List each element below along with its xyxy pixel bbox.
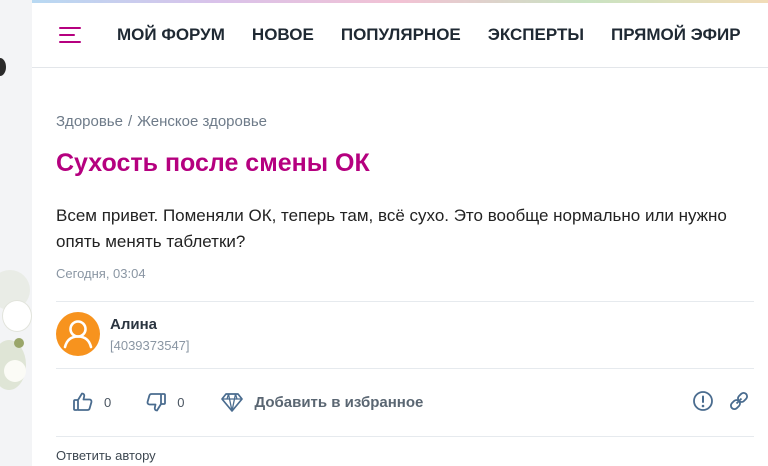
add-to-favorites-label: Добавить в избранное: [254, 393, 424, 411]
post-actions: 0 0 Добавить в избранное: [72, 390, 423, 414]
divider: [56, 368, 754, 369]
reply-to-author-link[interactable]: Ответить автору: [56, 448, 156, 463]
flower-decoration: [2, 300, 32, 332]
background-decoration: [0, 0, 32, 466]
site-header: МОЙ ФОРУМ НОВОЕ ПОПУЛЯРНОЕ ЭКСПЕРТЫ ПРЯМ…: [32, 3, 768, 68]
like-count: 0: [104, 394, 112, 410]
breadcrumb-health[interactable]: Здоровье: [56, 113, 123, 130]
like-button[interactable]: 0: [72, 391, 111, 413]
breadcrumb-separator: /: [127, 113, 133, 130]
breadcrumb: Здоровье / Женское здоровье: [56, 113, 267, 130]
post-title: Сухость после смены ОК: [56, 149, 370, 177]
thumbs-up-icon: [72, 391, 94, 413]
divider: [56, 436, 754, 437]
menu-icon-line: [59, 34, 75, 36]
menu-icon-line: [59, 41, 81, 43]
thumbs-down-icon: [145, 391, 167, 413]
flower-decoration: [14, 338, 24, 348]
dislike-count: 0: [177, 394, 185, 410]
menu-icon[interactable]: [59, 27, 81, 43]
post-card: Здоровье / Женское здоровье Сухость после …: [32, 68, 768, 466]
link-icon[interactable]: [728, 390, 750, 412]
author-id: [4039373547]: [110, 338, 190, 353]
main-nav: МОЙ ФОРУМ НОВОЕ ПОПУЛЯРНОЕ ЭКСПЕРТЫ ПРЯМ…: [117, 25, 741, 45]
add-to-favorites-button[interactable]: Добавить в избранное: [220, 391, 423, 413]
dislike-button[interactable]: 0: [145, 391, 184, 413]
breadcrumb-womens-health[interactable]: Женское здоровье: [137, 113, 267, 130]
post-body: Всем привет. Поменяли ОК, теперь там, вс…: [56, 206, 727, 251]
decoration-dot: [0, 58, 6, 76]
avatar[interactable]: [56, 312, 100, 356]
divider: [56, 301, 754, 302]
user-silhouette-icon: [63, 320, 93, 349]
nav-my-forum[interactable]: МОЙ ФОРУМ: [117, 25, 225, 45]
nav-popular[interactable]: ПОПУЛЯРНОЕ: [341, 25, 461, 45]
author-name[interactable]: Алина: [110, 316, 157, 333]
nav-live[interactable]: ПРЯМОЙ ЭФИР: [611, 25, 741, 45]
menu-icon-line: [59, 27, 81, 29]
nav-experts[interactable]: ЭКСПЕРТЫ: [488, 25, 584, 45]
diamond-icon: [220, 391, 244, 413]
nav-new[interactable]: НОВОЕ: [252, 25, 314, 45]
flower-decoration: [4, 360, 26, 382]
post-time: Сегодня, 03:04: [56, 266, 146, 281]
report-icon[interactable]: [692, 390, 714, 412]
post-secondary-actions: [692, 390, 750, 412]
